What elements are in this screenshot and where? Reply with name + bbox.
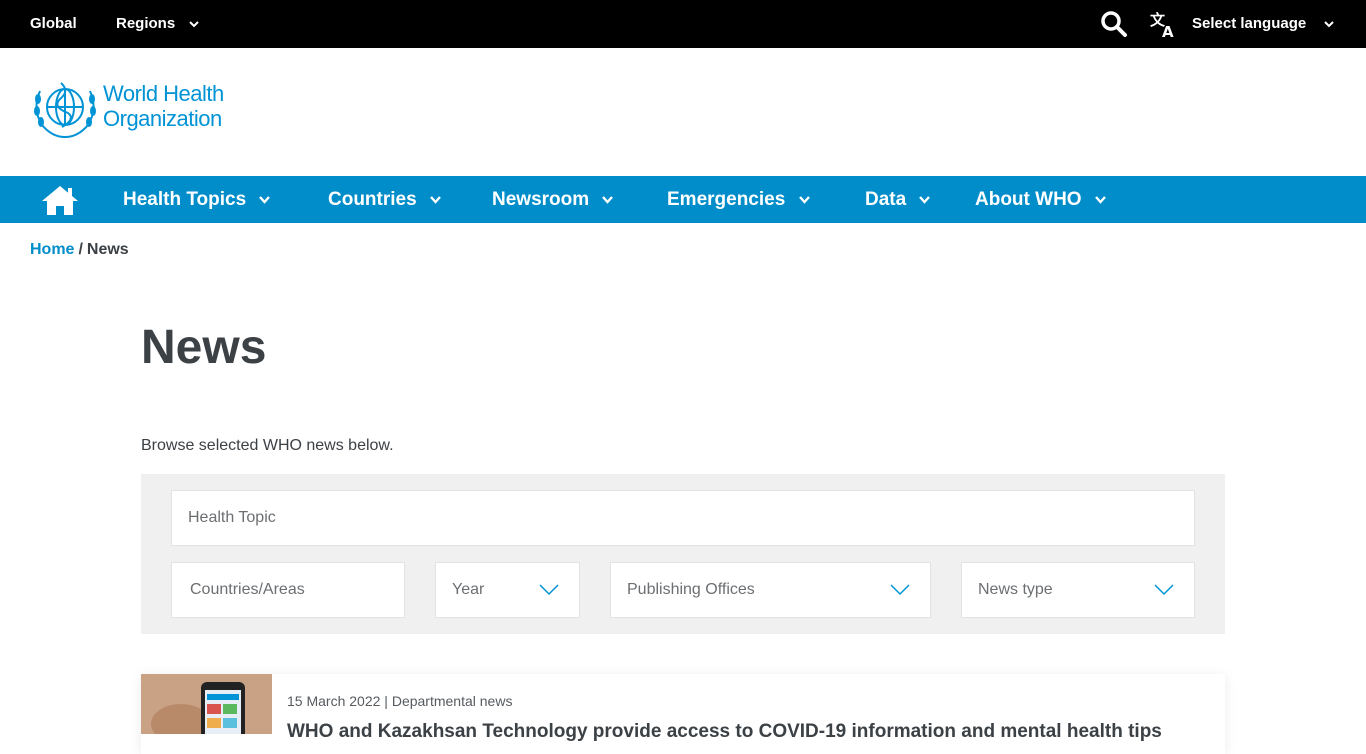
chevron-down-icon bbox=[259, 196, 271, 204]
who-emblem-icon bbox=[34, 82, 96, 138]
nav-item-label: Countries bbox=[328, 189, 417, 210]
chevron-down-icon bbox=[602, 196, 614, 204]
global-link[interactable]: Global bbox=[30, 0, 77, 48]
year-placeholder: Year bbox=[452, 581, 485, 598]
news-thumbnail bbox=[141, 674, 272, 734]
regions-label: Regions bbox=[116, 15, 176, 32]
page-title: News bbox=[141, 321, 267, 374]
translate-icon[interactable]: 文 A bbox=[1149, 10, 1177, 38]
nav-item-label: About WHO bbox=[975, 189, 1082, 210]
breadcrumb-separator: / bbox=[78, 241, 83, 258]
publishing-offices-select[interactable]: Publishing Offices bbox=[610, 562, 931, 618]
health-topic-placeholder: Health Topic bbox=[188, 509, 276, 526]
nav-item-about-who[interactable]: About WHO bbox=[975, 176, 1106, 223]
health-topic-input[interactable]: Health Topic bbox=[171, 490, 1195, 546]
breadcrumb: Home / News bbox=[30, 241, 129, 259]
chevron-down-icon bbox=[1154, 584, 1174, 596]
news-filter-panel: Health Topic Countries/Areas Year Publis… bbox=[141, 474, 1225, 634]
countries-areas-placeholder: Countries/Areas bbox=[190, 581, 305, 598]
chevron-down-icon bbox=[798, 196, 810, 204]
news-type-select[interactable]: News type bbox=[961, 562, 1195, 618]
news-meta: 15 March 2022 | Departmental news bbox=[287, 693, 512, 709]
breadcrumb-home-link[interactable]: Home bbox=[30, 241, 74, 258]
news-headline[interactable]: WHO and Kazakhsan Technology provide acc… bbox=[287, 721, 1162, 743]
nav-item-label: Health Topics bbox=[123, 189, 247, 210]
nav-item-health-topics[interactable]: Health Topics bbox=[123, 176, 271, 223]
nav-item-data[interactable]: Data bbox=[865, 176, 931, 223]
news-date: 15 March 2022 bbox=[287, 693, 381, 709]
language-selector[interactable]: Select language bbox=[1192, 0, 1335, 48]
logo-line-2: Organization bbox=[103, 106, 222, 131]
phone-image-icon bbox=[141, 674, 272, 734]
nav-item-label: Data bbox=[865, 189, 907, 210]
regions-dropdown[interactable]: Regions bbox=[116, 0, 200, 48]
breadcrumb-current: News bbox=[86, 241, 129, 258]
news-meta-separator: | bbox=[384, 693, 388, 709]
svg-text:A: A bbox=[1162, 23, 1174, 38]
search-icon[interactable] bbox=[1100, 10, 1128, 38]
nav-item-countries[interactable]: Countries bbox=[328, 176, 441, 223]
language-label: Select language bbox=[1192, 15, 1307, 32]
page-intro: Browse selected WHO news below. bbox=[141, 437, 394, 454]
chevron-down-icon bbox=[430, 196, 441, 204]
news-type-placeholder: News type bbox=[978, 581, 1053, 598]
chevron-down-icon bbox=[919, 196, 931, 204]
nav-item-emergencies[interactable]: Emergencies bbox=[667, 176, 810, 223]
main-navigation: Health Topics Countries Newsroom Emergen… bbox=[0, 176, 1366, 223]
nav-item-newsroom[interactable]: Newsroom bbox=[492, 176, 614, 223]
chevron-down-icon bbox=[1094, 196, 1106, 204]
year-select[interactable]: Year bbox=[435, 562, 580, 618]
news-type: Departmental news bbox=[391, 693, 513, 709]
home-icon[interactable] bbox=[40, 184, 80, 216]
news-list-item[interactable]: 15 March 2022 | Departmental news WHO an… bbox=[141, 674, 1225, 754]
chevron-down-icon bbox=[539, 584, 559, 596]
who-logo[interactable]: World Health Organization bbox=[30, 77, 230, 141]
nav-item-label: Emergencies bbox=[667, 189, 786, 210]
chevron-down-icon bbox=[890, 584, 910, 596]
top-bar: Global Regions 文 A Select language bbox=[0, 0, 1366, 48]
chevron-down-icon bbox=[189, 20, 200, 27]
logo-wordmark: World Health Organization bbox=[103, 81, 224, 131]
logo-line-1: World Health bbox=[103, 81, 224, 106]
countries-areas-input[interactable]: Countries/Areas bbox=[171, 562, 405, 618]
publishing-offices-placeholder: Publishing Offices bbox=[627, 581, 755, 598]
chevron-down-icon bbox=[1324, 20, 1335, 27]
nav-item-label: Newsroom bbox=[492, 189, 590, 210]
